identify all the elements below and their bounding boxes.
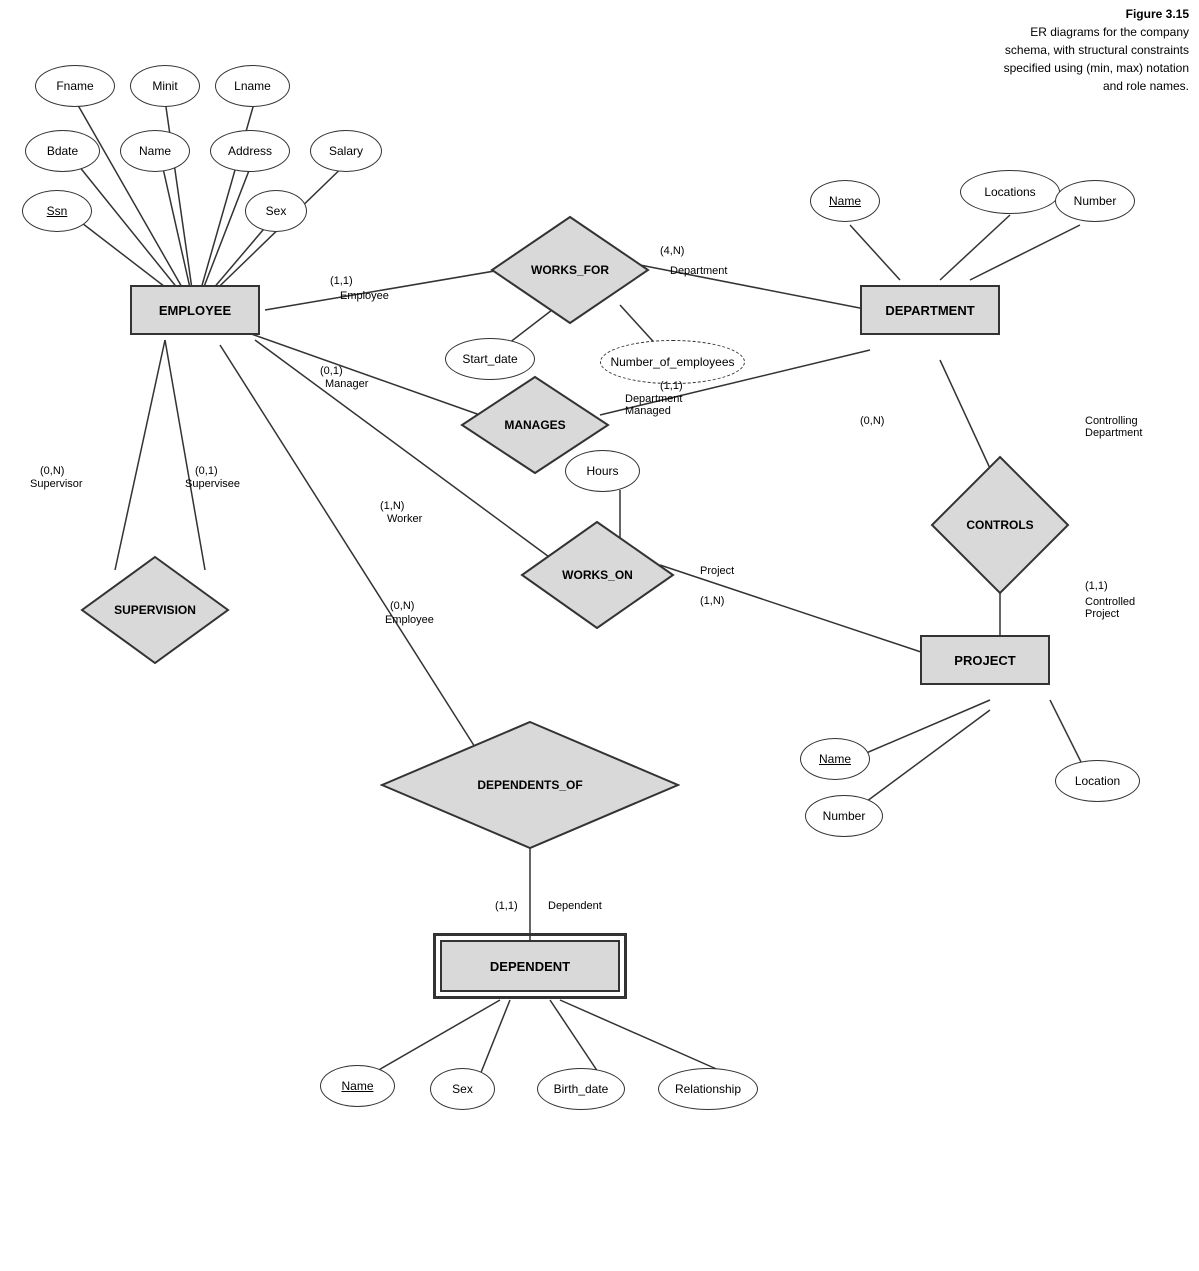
role-employee2: Employee [385,614,434,626]
card-works-for-dept: (4,N) [660,245,684,257]
rel-controls: CONTROLS [930,455,1070,595]
attr-minit: Minit [130,65,200,107]
attr-location: Location [1055,760,1140,802]
attr-address: Address [210,130,290,172]
rel-works-on: WORKS_ON [520,520,675,630]
role-controlled-proj: ControlledProject [1085,596,1135,620]
role-project: Project [700,565,734,577]
entity-dependent-outer: DEPENDENT [440,940,620,992]
role-manager: Manager [325,378,368,390]
attr-lname: Lname [215,65,290,107]
card-manages-mgr: (0,1) [320,365,343,377]
entity-department: DEPARTMENT [860,285,1000,335]
role-supervisee: Supervisee [185,478,240,490]
er-diagram: Figure 3.15 ER diagrams for the companys… [0,0,1199,1271]
attr-start-date: Start_date [445,338,535,380]
attr-proj-name: Name [800,738,870,780]
role-supervisor: Supervisor [30,478,83,490]
attr-proj-number: Number [805,795,883,837]
entity-project: PROJECT [920,635,1050,685]
attr-num-employees: Number_of_employees [600,340,745,384]
attr-name-emp: Name [120,130,190,172]
card-works-on-worker: (1,N) [380,500,404,512]
rel-supervision: SUPERVISION [80,555,230,665]
card-manages-dept-managed: (1,1) [660,380,683,392]
card-supervisor: (0,N) [40,465,64,477]
figure-description: ER diagrams for the companyschema, with … [1004,23,1189,95]
attr-dep-sex: Sex [430,1068,495,1110]
attr-ssn: Ssn [22,190,92,232]
attr-relationship: Relationship [658,1068,758,1110]
role-dependent: Dependent [548,900,602,912]
role-employee: Employee [340,290,389,302]
card-controls-controlling: (0,N) [860,415,884,427]
attr-dep-name: Name [320,1065,395,1107]
attr-sex-emp: Sex [245,190,307,232]
attr-bdate: Bdate [25,130,100,172]
attr-salary: Salary [310,130,382,172]
attr-birth-date: Birth_date [537,1068,625,1110]
rel-works-for: WORKS_FOR [490,215,650,325]
card-supervisee: (0,1) [195,465,218,477]
card-dependents-of-dependent: (1,1) [495,900,518,912]
card-works-on-employee: (0,N) [390,600,414,612]
figure-title: Figure 3.15 [1004,5,1189,23]
attr-dept-number: Number [1055,180,1135,222]
role-controlling-dept: ControllingDepartment [1085,415,1142,439]
attr-fname: Fname [35,65,115,107]
role-department: Department [670,265,727,277]
figure-caption: Figure 3.15 ER diagrams for the companys… [1004,5,1189,95]
attr-hours: Hours [565,450,640,492]
card-works-for-emp: (1,1) [330,275,353,287]
role-worker: Worker [387,513,422,525]
entity-dependent: DEPENDENT [440,940,620,992]
card-works-on-project: (1,N) [700,595,724,607]
card-controls-controlled: (1,1) [1085,580,1108,592]
entity-employee: EMPLOYEE [130,285,260,335]
attr-locations: Locations [960,170,1060,214]
rel-dependents-of: DEPENDENTS_OF [380,720,680,850]
attr-dept-name: Name [810,180,880,222]
role-dept-managed: DepartmentManaged [625,393,682,417]
